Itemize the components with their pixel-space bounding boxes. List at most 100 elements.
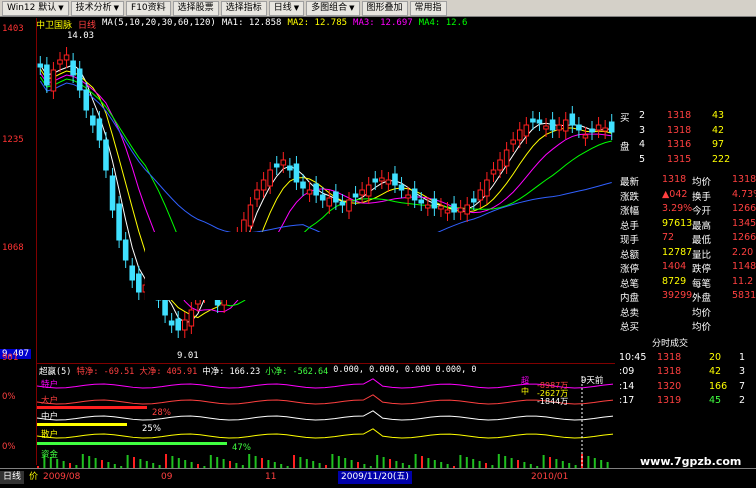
indicator-line: [37, 428, 614, 439]
candle-body: [365, 184, 372, 197]
toolbar: Win12 默认 ▼ 技术分析 ▼ F10资料 选择股票 选择指标 日线 ▼ 多图组合 ▼ 图形叠加常…: [0, 0, 756, 17]
quote-cell: 4: [639, 139, 646, 150]
candle-body: [129, 265, 136, 281]
candle-body: [405, 194, 411, 199]
toolbar-button-label: 多图组合: [311, 2, 348, 13]
quote-cell: 3: [639, 124, 646, 136]
toolbar-button-label: 日线: [273, 2, 292, 13]
quote-cell: 外盘: [692, 293, 712, 304]
candle-body: [543, 125, 549, 130]
toolbar-button[interactable]: 图形叠加: [361, 0, 408, 16]
candle-body: [57, 59, 63, 65]
fund-bar: [542, 455, 545, 469]
toolbar-button[interactable]: 选择股票: [172, 0, 219, 16]
quote-cell: 总买: [620, 322, 640, 333]
quote-cell: 1318: [657, 351, 682, 363]
candle-body: [464, 204, 471, 215]
ma2-value: MA2: 12.785: [287, 18, 348, 28]
quote-cell: 2: [739, 395, 746, 406]
quote-cell: 2.20: [732, 246, 754, 258]
quote-cell: 总手: [620, 220, 640, 232]
quote-cell: 买: [620, 113, 630, 124]
side-tag: 超: [521, 376, 529, 385]
candle-body: [306, 189, 313, 195]
price-label-high: 1403: [2, 24, 24, 34]
quote-cell: 42: [709, 366, 722, 377]
candle-body: [44, 64, 50, 86]
candle-body: [497, 159, 503, 171]
candle-body: [168, 320, 175, 326]
indicator-panel: 超赢(5) 特净: -69.51 大净: 405.91 中净: 166.23 小…: [2, 363, 615, 469]
trades-title: 分时成交: [652, 338, 689, 349]
candle-body: [589, 128, 595, 133]
candle-body: [300, 181, 306, 189]
toolbar-button-label: F10资料: [131, 2, 166, 13]
tab-price[interactable]: 价: [26, 471, 41, 484]
quote-cell: 最高: [692, 220, 712, 232]
toolbar-button[interactable]: 日线 ▼: [268, 0, 305, 16]
quote-cell: 今开: [692, 206, 712, 217]
row-label-zijin: 资金: [41, 450, 59, 460]
tab-daily[interactable]: 日线: [0, 471, 25, 484]
quote-field-row: 总额 12787 量比 2.20: [617, 247, 756, 261]
quote-cell: 42: [712, 124, 725, 136]
days-ago-note: 9天前: [581, 376, 604, 386]
quote-cell: 内盘: [620, 293, 640, 304]
quote-cell: 1318: [667, 110, 692, 121]
candle-body: [372, 178, 379, 183]
candle-body: [182, 319, 188, 331]
quote-cell: 72: [662, 232, 675, 243]
trade-row: :17 1319 45 2: [617, 395, 756, 409]
candle-body: [556, 124, 562, 131]
quote-cell: 2: [639, 110, 646, 121]
quote-field-row: 内盘 39299外盘 58314: [617, 290, 756, 304]
fund-bar: [331, 454, 334, 469]
candle-body: [418, 199, 425, 204]
toolbar-button[interactable]: Win12 默认 ▼: [2, 0, 69, 16]
toolbar-button[interactable]: 多图组合 ▼: [306, 0, 360, 16]
row-label-sanhu: 散户: [41, 430, 59, 440]
quote-cell: 1148: [732, 261, 756, 272]
quote-cell: 现手: [620, 235, 640, 246]
candle-body: [254, 189, 260, 200]
toolbar-button[interactable]: F10资料: [126, 0, 171, 16]
quote-cell: 20: [709, 351, 722, 363]
order-book-row: 5 1315 222: [617, 154, 756, 168]
quote-field-row: 涨停 1404 跌停 1148: [617, 261, 756, 275]
candle-body: [37, 63, 44, 68]
quote-cell: 盘: [620, 142, 630, 153]
quote-cell: 3: [739, 366, 746, 377]
quote-cell: 均价: [692, 322, 712, 333]
candle-body: [90, 115, 96, 126]
candle-body: [392, 173, 398, 186]
quote-field-row: 涨幅 3.29% 今开 1266: [617, 203, 756, 217]
row-label-tehu: 特户: [41, 380, 59, 390]
toolbar-button[interactable]: 选择指标: [220, 0, 267, 16]
toolbar-button[interactable]: 常用指: [409, 0, 447, 16]
quote-cell: 量比: [692, 249, 712, 261]
toolbar-button[interactable]: 技术分析 ▼: [70, 0, 125, 16]
candlestick-chart[interactable]: 14.03 9.01: [37, 30, 615, 363]
side-note: -1844万: [537, 397, 569, 406]
candle-body: [595, 124, 602, 131]
candle-body: [76, 68, 83, 91]
quote-panel: 买 2 1318 43 3 1318 42 盘 4 1316 97 5 1315 222 最新 1318 均价 1…: [617, 110, 756, 465]
candle-body: [411, 188, 418, 201]
candle-body: [63, 54, 70, 61]
time-axis-bar: 日线 价 2009/08 09 11 2009/11/20(五) 2010/01: [0, 468, 756, 488]
quote-cell: 1318: [657, 366, 682, 377]
price-label-low: 1068: [2, 243, 24, 253]
quote-field-row: 总卖 均价: [617, 305, 756, 319]
bar-zhonghu: [37, 423, 127, 426]
ma-params: MA(5,10,20,30,60,120): [102, 18, 216, 28]
quote-cell: 均价: [692, 307, 712, 319]
quote-cell: 总笔: [620, 278, 640, 290]
quote-cell: 总卖: [620, 307, 640, 319]
candle-body: [398, 184, 405, 191]
quote-cell: 1318: [662, 174, 687, 185]
candle-body: [444, 209, 451, 214]
time-label: 2010/01: [531, 472, 569, 482]
quote-cell: :09: [619, 366, 635, 377]
quote-cell: 8729: [662, 275, 687, 287]
candle-body: [339, 201, 346, 206]
